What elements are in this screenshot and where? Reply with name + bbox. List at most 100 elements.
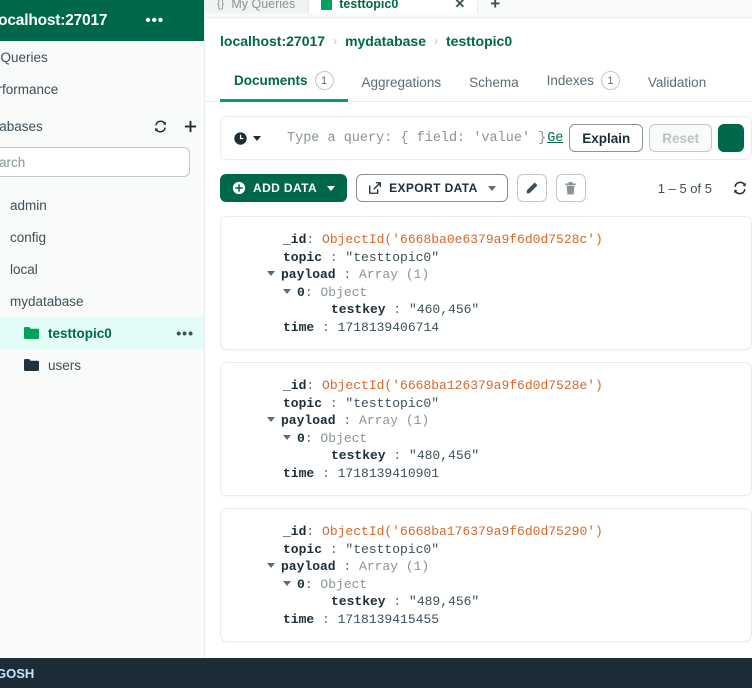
refresh-icon[interactable] xyxy=(152,118,168,134)
document-card: _id: ObjectId('6668ba0e6379a9f6d0d7528c'… xyxy=(220,216,752,350)
refresh-icon xyxy=(734,181,746,195)
field-key: topic xyxy=(283,395,323,411)
generate-query-link[interactable]: Ge xyxy=(547,131,563,146)
tree-item-label: testtopic0 xyxy=(48,325,112,341)
field-value: ObjectId('6668ba176379a9f6d0d75290') xyxy=(322,524,603,539)
find-button[interactable] xyxy=(718,124,744,152)
plus-icon[interactable] xyxy=(182,118,198,134)
query-input[interactable] xyxy=(287,130,556,146)
field-value: Array (1) xyxy=(359,559,430,574)
document-card: _id: ObjectId('6668ba126379a9f6d0d7528e'… xyxy=(220,362,752,496)
tree-item-local[interactable]: local xyxy=(0,253,204,285)
export-data-button[interactable]: EXPORT DATA xyxy=(356,174,508,202)
field-value: "testtopic0" xyxy=(345,395,440,411)
green-square-icon xyxy=(321,0,333,10)
sidebar-item-my-queries[interactable]: y Queries xyxy=(0,41,204,73)
folder-icon xyxy=(24,327,39,339)
workspace-tab-my-queries[interactable]: {} My Queries xyxy=(205,0,309,13)
field-value: 1718139406714 xyxy=(337,319,440,335)
reset-button[interactable]: Reset xyxy=(649,124,712,152)
tab-schema[interactable]: Schema xyxy=(455,67,533,102)
document-field-id: _id: ObjectId('6668ba0e6379a9f6d0d7528c'… xyxy=(283,232,603,247)
tree-item-testtopic0[interactable]: testtopic0 ••• xyxy=(0,317,204,349)
field-key: _id xyxy=(283,378,307,393)
databases-actions xyxy=(152,118,204,134)
tab-label: Schema xyxy=(469,75,519,90)
tree-item-label: admin xyxy=(10,197,47,213)
breadcrumb-item-connection[interactable]: localhost:27017 xyxy=(220,33,325,49)
query-history-button[interactable] xyxy=(233,131,261,146)
export-data-label: EXPORT DATA xyxy=(389,181,478,195)
search-input[interactable] xyxy=(0,147,190,177)
plus-circle-icon xyxy=(232,181,246,195)
databases-header: atabases xyxy=(0,109,204,143)
ellipsis-icon[interactable]: ••• xyxy=(176,326,204,340)
documents-toolbar: ADD DATA EXPORT DATA 1 – 5 of 5 xyxy=(220,174,752,202)
chevron-down-icon[interactable] xyxy=(267,563,275,568)
document-field-topic: topic : "testtopic0" xyxy=(283,395,440,411)
tree-item-label: config xyxy=(10,229,47,245)
sidebar-item-performance[interactable]: erformance xyxy=(0,73,204,105)
field-key: _id xyxy=(283,232,307,247)
export-icon xyxy=(369,182,381,194)
chevron-down-icon[interactable] xyxy=(283,434,291,440)
chevron-down-icon[interactable] xyxy=(283,580,291,586)
tree-item-mydatabase[interactable]: mydatabase xyxy=(0,285,204,317)
tab-label: Validation xyxy=(647,75,707,90)
document-field-time: time : 1718139406714 xyxy=(283,319,440,335)
sidebar-item-label: y Queries xyxy=(0,49,48,65)
main-panel: {} My Queries testtopic0 ✕ + localhost:2… xyxy=(205,0,752,658)
tree-item-config[interactable]: config xyxy=(0,221,204,253)
workspace-tab-bar: {} My Queries testtopic0 ✕ + xyxy=(205,0,752,18)
edit-documents-button[interactable] xyxy=(516,174,547,202)
new-tab-button[interactable]: + xyxy=(478,0,513,13)
tab-documents[interactable]: Documents 1 xyxy=(220,63,348,102)
trash-icon xyxy=(565,181,576,194)
workspace-tab-testtopic0[interactable]: testtopic0 ✕ xyxy=(308,0,479,13)
document-field-index: 0: Object xyxy=(231,430,741,448)
field-value: "460,456" xyxy=(409,302,480,317)
chevron-down-icon[interactable] xyxy=(267,417,275,422)
document-field-id: _id: ObjectId('6668ba126379a9f6d0d7528e'… xyxy=(283,378,603,393)
document-field-time: time : 1718139410901 xyxy=(283,465,440,481)
document-field-testkey: testkey : "489,456" xyxy=(331,594,480,609)
mongosh-label: GOSH xyxy=(0,665,35,681)
field-key: payload xyxy=(281,413,336,428)
field-value: 1718139410901 xyxy=(337,465,440,481)
close-icon[interactable]: ✕ xyxy=(454,0,465,12)
field-key: 0 xyxy=(297,430,305,446)
databases-label: atabases xyxy=(0,118,43,134)
connection-header[interactable]: localhost:27017 ••• xyxy=(0,0,204,41)
tab-indexes[interactable]: Indexes 1 xyxy=(533,63,634,102)
field-value: Array (1) xyxy=(359,267,430,282)
folder-icon xyxy=(24,359,39,371)
refresh-documents-button[interactable] xyxy=(732,180,748,196)
chevron-down-icon[interactable] xyxy=(283,288,291,294)
status-bar[interactable]: GOSH xyxy=(0,658,752,688)
sidebar: localhost:27017 ••• y Queries erformance… xyxy=(0,0,205,658)
field-value: Object xyxy=(320,576,368,592)
tree-item-users[interactable]: users xyxy=(0,349,204,381)
tab-validation[interactable]: Validation xyxy=(634,67,720,102)
window-body: localhost:27017 ••• y Queries erformance… xyxy=(0,0,752,658)
breadcrumb: localhost:27017 › mydatabase › testtopic… xyxy=(205,18,752,49)
tree-item-admin[interactable]: admin xyxy=(0,189,204,221)
breadcrumb-item-database[interactable]: mydatabase xyxy=(345,33,426,49)
add-data-button[interactable]: ADD DATA xyxy=(220,174,348,202)
document-field-payload: payload : Array (1) xyxy=(231,412,741,430)
tab-aggregations[interactable]: Aggregations xyxy=(348,67,456,102)
field-key: time xyxy=(283,611,315,627)
delete-documents-button[interactable] xyxy=(555,174,586,202)
pencil-icon xyxy=(527,182,538,193)
field-key: time xyxy=(283,319,315,335)
document-field-topic: topic : "testtopic0" xyxy=(283,541,440,557)
tab-label: Documents xyxy=(234,73,308,88)
explain-button[interactable]: Explain xyxy=(569,124,644,152)
field-key: testkey xyxy=(331,302,386,317)
document-field-index: 0: Object xyxy=(231,576,741,594)
chevron-down-icon[interactable] xyxy=(267,271,275,276)
connection-title: localhost:27017 xyxy=(0,11,108,29)
status-badge: 1 xyxy=(600,71,620,90)
field-key: topic xyxy=(283,249,323,265)
ellipsis-icon[interactable]: ••• xyxy=(145,13,164,28)
